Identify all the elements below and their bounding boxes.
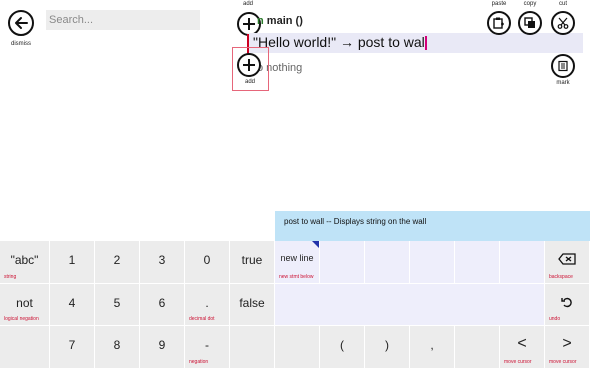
key-move-cursor-left[interactable]: < move cursor: [500, 326, 545, 369]
key-backspace[interactable]: backspace: [545, 241, 590, 284]
help-text: post to wall -- Displays string on the w…: [284, 217, 427, 226]
key-label: (: [340, 338, 344, 352]
add-label-bottom: add: [244, 79, 255, 85]
key-empty[interactable]: [230, 326, 275, 369]
key-label: 6: [158, 296, 166, 310]
key-empty[interactable]: [365, 241, 410, 284]
key-sublabel: decimal dot: [189, 316, 215, 322]
key-label: "abc": [10, 253, 39, 267]
key-sublabel: move cursor: [549, 359, 577, 365]
copy-button[interactable]: [518, 11, 542, 35]
key-left-paren[interactable]: (: [320, 326, 365, 369]
paste-icon: [493, 17, 504, 29]
mark-list-icon: [558, 60, 568, 72]
plus-icon: [243, 59, 255, 71]
key-sublabel: move cursor: [504, 359, 532, 365]
dismiss-button[interactable]: [8, 10, 34, 36]
key-7[interactable]: 7: [50, 326, 95, 369]
key-sublabel: backspace: [549, 274, 573, 280]
cut-button[interactable]: [551, 11, 575, 35]
key-negation[interactable]: - negation: [185, 326, 230, 369]
key-label: ,: [430, 338, 434, 352]
key-sublabel: negation: [189, 359, 209, 365]
key-label: 9: [158, 338, 166, 352]
mark-label: mark: [556, 80, 570, 86]
key-2[interactable]: 2: [95, 241, 140, 284]
key-4[interactable]: 4: [50, 284, 95, 326]
mark-button[interactable]: [551, 54, 575, 78]
scissors-icon: [557, 17, 569, 29]
key-string[interactable]: "abc" string: [0, 241, 50, 284]
function-name: main (): [266, 15, 303, 27]
key-label: 7: [68, 338, 76, 352]
key-empty[interactable]: [455, 241, 500, 284]
key-label: true: [241, 253, 263, 267]
key-8[interactable]: 8: [95, 326, 140, 369]
key-1[interactable]: 1: [50, 241, 95, 284]
key-label: 2: [113, 253, 121, 267]
key-label: 0: [203, 253, 211, 267]
function-keyword: n: [257, 15, 264, 27]
key-comma[interactable]: ,: [410, 326, 455, 369]
key-6[interactable]: 6: [140, 284, 185, 326]
key-empty[interactable]: [410, 241, 455, 284]
add-button-bottom[interactable]: [237, 53, 261, 77]
key-sublabel: string: [4, 274, 17, 280]
key-decimal-dot[interactable]: . decimal dot: [185, 284, 230, 326]
cut-label: cut: [558, 1, 567, 7]
key-move-cursor-right[interactable]: > move cursor: [545, 326, 590, 369]
help-bar: [275, 211, 590, 241]
key-false[interactable]: false: [230, 284, 275, 326]
key-true[interactable]: true: [230, 241, 275, 284]
key-label: ): [385, 338, 389, 352]
key-undo[interactable]: undo: [545, 284, 590, 326]
chevron-left-icon: <: [517, 335, 527, 352]
key-label: not: [16, 296, 33, 310]
paste-button[interactable]: [487, 11, 511, 35]
text-cursor: [425, 36, 427, 50]
key-empty[interactable]: [500, 241, 545, 284]
search-input[interactable]: [46, 10, 200, 30]
key-label: .: [205, 296, 209, 310]
key-empty[interactable]: [455, 326, 500, 369]
dismiss-label: dismiss: [10, 41, 31, 47]
key-empty[interactable]: [0, 326, 50, 369]
key-right-paren[interactable]: ): [365, 326, 410, 369]
keyboard: "abc" string 1 2 3 0 true new line new s…: [0, 241, 590, 369]
key-not[interactable]: not logical negation: [0, 284, 50, 326]
undo-icon: [545, 296, 589, 308]
key-0[interactable]: 0: [185, 241, 230, 284]
function-header[interactable]: n main (): [257, 15, 303, 27]
key-label: new line: [280, 253, 314, 263]
key-label: 3: [158, 253, 166, 267]
add-label-top: add: [242, 1, 253, 7]
chevron-right-icon: >: [562, 335, 572, 352]
key-9[interactable]: 9: [140, 326, 185, 369]
corner-triangle-icon: [312, 241, 319, 248]
copy-icon: [524, 17, 535, 28]
key-3[interactable]: 3: [140, 241, 185, 284]
key-sublabel: logical negation: [4, 316, 39, 322]
key-new-line[interactable]: new line new stmt below: [275, 241, 320, 284]
key-area-empty: [275, 284, 545, 326]
key-label: false: [239, 296, 265, 310]
key-label: 1: [68, 253, 76, 267]
key-sublabel: new stmt below: [279, 274, 314, 280]
key-empty[interactable]: [320, 241, 365, 284]
key-label: 8: [113, 338, 121, 352]
key-label: 4: [68, 296, 76, 310]
plus-icon: [243, 18, 255, 30]
backspace-icon: [545, 253, 589, 265]
key-label: -: [205, 338, 209, 352]
key-empty[interactable]: [275, 326, 320, 369]
arrow-left-icon: [15, 17, 28, 29]
key-sublabel: undo: [549, 316, 561, 322]
key-5[interactable]: 5: [95, 284, 140, 326]
statement-text[interactable]: "Hello world!" → post to wall: [253, 34, 428, 50]
key-label: 5: [113, 296, 121, 310]
